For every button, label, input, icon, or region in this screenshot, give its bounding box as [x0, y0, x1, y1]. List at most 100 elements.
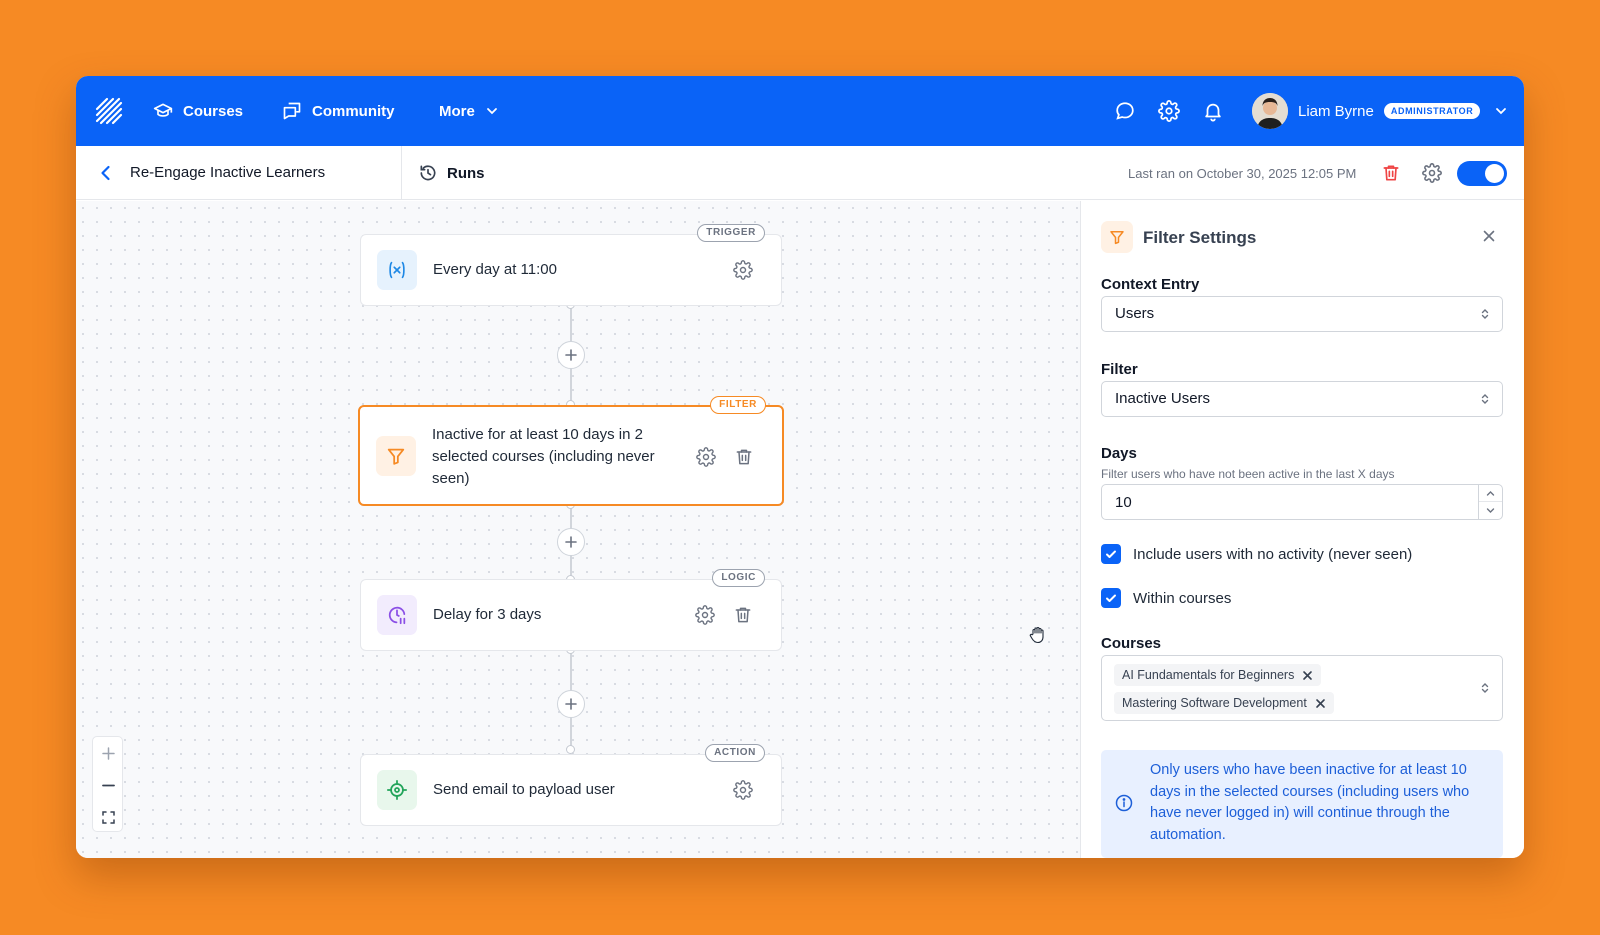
user-menu[interactable]: Liam Byrne ADMINISTRATOR [1252, 92, 1508, 130]
gear-icon [696, 447, 716, 467]
gear-icon[interactable] [1422, 163, 1442, 183]
bell-icon[interactable] [1202, 100, 1224, 122]
plus-icon [565, 349, 577, 361]
decrement-button[interactable] [1479, 502, 1502, 519]
logo-icon[interactable] [94, 96, 124, 126]
runs-tab[interactable]: Runs [418, 146, 485, 200]
close-icon[interactable] [1481, 228, 1497, 244]
node-settings-button[interactable] [733, 260, 753, 280]
checkbox-label: Include users with no activity (never se… [1133, 545, 1413, 563]
checkbox-checked [1101, 588, 1121, 608]
info-callout: Only users who have been inactive for at… [1101, 750, 1503, 858]
plus-icon [565, 536, 577, 548]
context-entry-select[interactable]: Users [1101, 296, 1503, 332]
history-clock-icon [420, 165, 436, 181]
workflow-node-action[interactable]: ACTION Send email to payload user [360, 744, 782, 826]
nav-more[interactable]: More [439, 76, 499, 146]
target-icon [377, 770, 417, 810]
remove-icon[interactable] [1315, 698, 1326, 709]
chevron-down-icon [1496, 108, 1507, 115]
node-settings-button[interactable] [695, 605, 715, 625]
nav-courses[interactable]: Courses [153, 76, 243, 146]
course-chip: AI Fundamentals for Beginners [1114, 664, 1322, 686]
within-courses-checkbox[interactable]: Within courses [1101, 588, 1231, 608]
courses-label: Courses [1101, 635, 1162, 652]
trash-icon [736, 449, 752, 465]
workflow-node-logic[interactable]: LOGIC Delay for 3 days [360, 569, 782, 651]
include-never-seen-checkbox[interactable]: Include users with no activity (never se… [1101, 544, 1412, 564]
nav-community[interactable]: Community [282, 76, 395, 146]
nav-more-label: More [439, 102, 475, 120]
node-tag: TRIGGER [697, 224, 765, 242]
last-ran-timestamp: Last ran on October 30, 2025 12:05 PM [1128, 166, 1357, 181]
chip-label: AI Fundamentals for Beginners [1122, 668, 1295, 682]
days-hint: Filter users who have not been active in… [1101, 467, 1395, 481]
node-settings-button[interactable] [696, 447, 716, 467]
panel-title: Filter Settings [1143, 228, 1257, 247]
courses-multiselect[interactable]: AI Fundamentals for Beginners Mastering … [1101, 655, 1503, 721]
zoom-controls [92, 736, 123, 832]
filter-value: Inactive Users [1115, 390, 1211, 407]
minus-icon [102, 784, 115, 786]
user-name: Liam Byrne [1298, 102, 1374, 120]
info-icon [1115, 794, 1133, 812]
chevron-up-down-icon [1481, 394, 1489, 404]
top-navbar: Courses Community More Liam Byrne ADMINI… [76, 76, 1524, 146]
days-input[interactable]: 10 [1101, 484, 1503, 520]
gear-icon [733, 260, 753, 280]
add-step-button[interactable] [557, 690, 585, 718]
workflow-enabled-toggle[interactable] [1457, 161, 1507, 186]
chevron-up-icon [1486, 490, 1495, 496]
funnel-icon [376, 436, 416, 476]
days-value: 10 [1115, 494, 1132, 511]
info-text: Only users who have been inactive for at… [1150, 762, 1470, 843]
add-step-button[interactable] [557, 341, 585, 369]
filter-label: Filter [1101, 361, 1138, 378]
funnel-icon [1101, 221, 1133, 253]
checkbox-checked [1101, 544, 1121, 564]
chevron-up-down-icon [1481, 683, 1489, 693]
node-delete-button[interactable] [734, 447, 754, 467]
node-tag: LOGIC [712, 569, 765, 587]
filter-settings-panel: Filter Settings Context Entry Users Filt… [1080, 201, 1524, 858]
app-window: Courses Community More Liam Byrne ADMINI… [76, 76, 1524, 858]
checkmark-icon [1106, 550, 1116, 558]
zoom-out-button[interactable] [93, 769, 124, 801]
plus-icon [565, 698, 577, 710]
node-tag: FILTER [710, 396, 766, 414]
workflow-title: Re-Engage Inactive Learners [130, 164, 326, 181]
nav-community-label: Community [312, 102, 395, 120]
gear-icon[interactable] [1158, 100, 1180, 122]
node-text: Delay for 3 days [433, 606, 542, 623]
zoom-in-button[interactable] [93, 737, 124, 769]
remove-icon[interactable] [1302, 670, 1313, 681]
days-stepper [1478, 485, 1502, 519]
node-text: Inactive for at least 10 days in 2 selec… [432, 426, 655, 487]
chevron-down-icon [1486, 508, 1495, 513]
hand-cursor-icon [1029, 626, 1044, 644]
fit-view-button[interactable] [93, 801, 124, 833]
filter-select[interactable]: Inactive Users [1101, 381, 1503, 417]
workflow-node-trigger[interactable]: TRIGGER Every day at 11:00 [360, 224, 782, 306]
fullscreen-icon [102, 810, 115, 824]
gear-icon [695, 605, 715, 625]
chip-label: Mastering Software Development [1122, 696, 1307, 710]
node-delete-button[interactable] [733, 605, 753, 625]
role-badge: ADMINISTRATOR [1383, 103, 1481, 119]
workflow-canvas[interactable]: TRIGGER Every day at 11:00 FILTER Inacti… [76, 201, 1080, 858]
avatar [1252, 93, 1288, 129]
back-arrow-icon[interactable] [96, 163, 116, 183]
divider [401, 146, 402, 200]
add-step-button[interactable] [557, 528, 585, 556]
workflow-node-filter[interactable]: FILTER Inactive for at least 10 days in … [358, 396, 784, 506]
graduation-cap-icon [153, 103, 173, 117]
trash-icon[interactable] [1381, 163, 1401, 183]
nav-courses-label: Courses [183, 102, 244, 120]
node-text: Every day at 11:00 [433, 261, 557, 278]
increment-button[interactable] [1479, 485, 1502, 502]
chat-icon[interactable] [1114, 100, 1136, 122]
variable-icon [377, 250, 417, 290]
context-entry-label: Context Entry [1101, 276, 1200, 293]
gear-icon [733, 780, 753, 800]
node-settings-button[interactable] [733, 780, 753, 800]
